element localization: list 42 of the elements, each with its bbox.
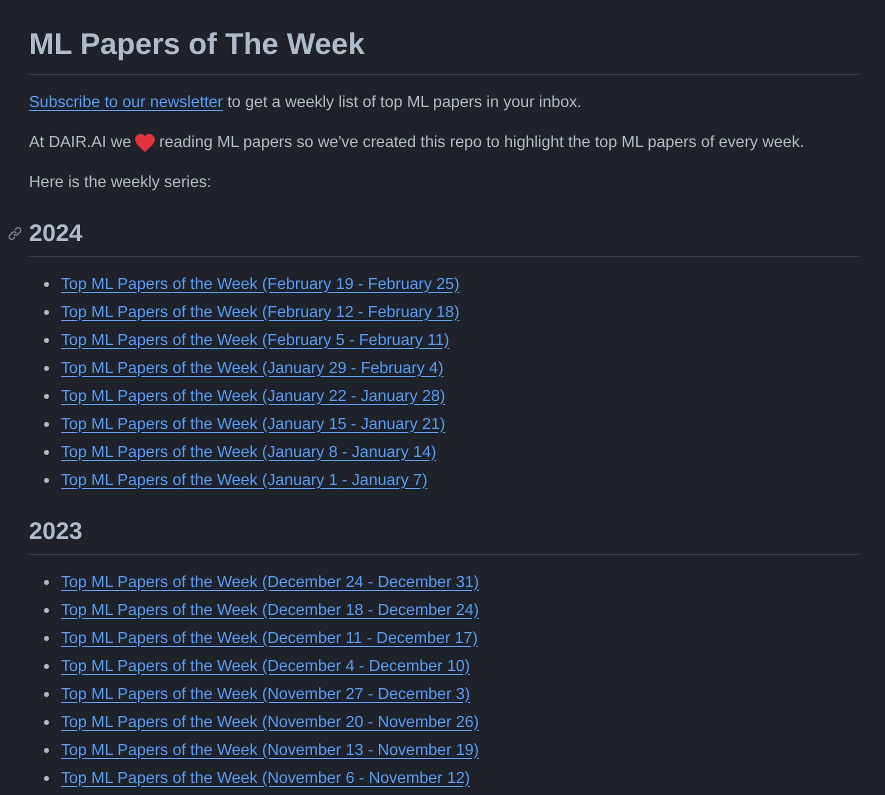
- week-link[interactable]: Top ML Papers of the Week (December 24 - December 31): [61, 570, 479, 594]
- week-link[interactable]: Top ML Papers of the Week (February 12 - February 18): [61, 300, 460, 324]
- bullet-icon: [44, 478, 49, 483]
- bullet-icon: [44, 366, 49, 371]
- week-link[interactable]: Top ML Papers of the Week (November 13 - November 19): [61, 738, 479, 762]
- series-label: Here is the weekly series:: [29, 172, 212, 192]
- bullet-icon: [44, 608, 49, 613]
- link-icon[interactable]: [8, 227, 22, 240]
- year-heading: 2024: [29, 218, 82, 248]
- week-link[interactable]: Top ML Papers of the Week (November 20 - November 26): [61, 710, 479, 734]
- week-link[interactable]: Top ML Papers of the Week (February 5 - February 11): [61, 328, 450, 352]
- week-link[interactable]: Top ML Papers of the Week (January 1 - January 7): [61, 468, 428, 492]
- week-link[interactable]: Top ML Papers of the Week (January 8 - January 14): [61, 440, 436, 464]
- year-heading: 2023: [29, 516, 82, 546]
- bullet-icon: [44, 580, 49, 585]
- bullet-icon: [44, 282, 49, 287]
- week-link[interactable]: Top ML Papers of the Week (November 27 - December 3): [61, 682, 470, 706]
- week-link[interactable]: Top ML Papers of the Week (December 4 - December 10): [61, 654, 470, 678]
- week-link[interactable]: Top ML Papers of the Week (December 18 - December 24): [61, 598, 479, 622]
- bullet-icon: [44, 394, 49, 399]
- week-link[interactable]: Top ML Papers of the Week (November 6 - November 12): [61, 766, 470, 790]
- week-link[interactable]: Top ML Papers of the Week (January 29 - February 4): [61, 356, 444, 380]
- heart-icon: [135, 134, 156, 152]
- bullet-icon: [44, 422, 49, 427]
- week-link[interactable]: Top ML Papers of the Week (December 11 - December 17): [61, 626, 478, 650]
- bullet-icon: [44, 450, 49, 455]
- bullet-icon: [44, 636, 49, 641]
- bullet-icon: [44, 664, 49, 669]
- intro-text: reading ML papers so we've created this repo to highlight the top ML papers of every week.: [159, 132, 804, 152]
- newsletter-sentence: Subscribe to our newsletter to get a weekly list of top ML papers in your inbox.: [29, 92, 582, 112]
- page-title: ML Papers of The Week: [29, 27, 365, 63]
- bullet-icon: [44, 692, 49, 697]
- intro-text: At DAIR.AI we: [29, 132, 132, 152]
- bullet-icon: [44, 776, 49, 781]
- bullet-icon: [44, 310, 49, 315]
- bullet-icon: [44, 748, 49, 753]
- bullet-icon: [44, 338, 49, 343]
- week-link[interactable]: Top ML Papers of the Week (February 19 - February 25): [61, 272, 460, 296]
- newsletter-link[interactable]: Subscribe to our newsletter: [29, 94, 223, 110]
- week-link[interactable]: Top ML Papers of the Week (January 22 - January 28): [61, 384, 446, 408]
- bullet-icon: [44, 720, 49, 725]
- week-link[interactable]: Top ML Papers of the Week (January 15 - January 21): [61, 412, 446, 436]
